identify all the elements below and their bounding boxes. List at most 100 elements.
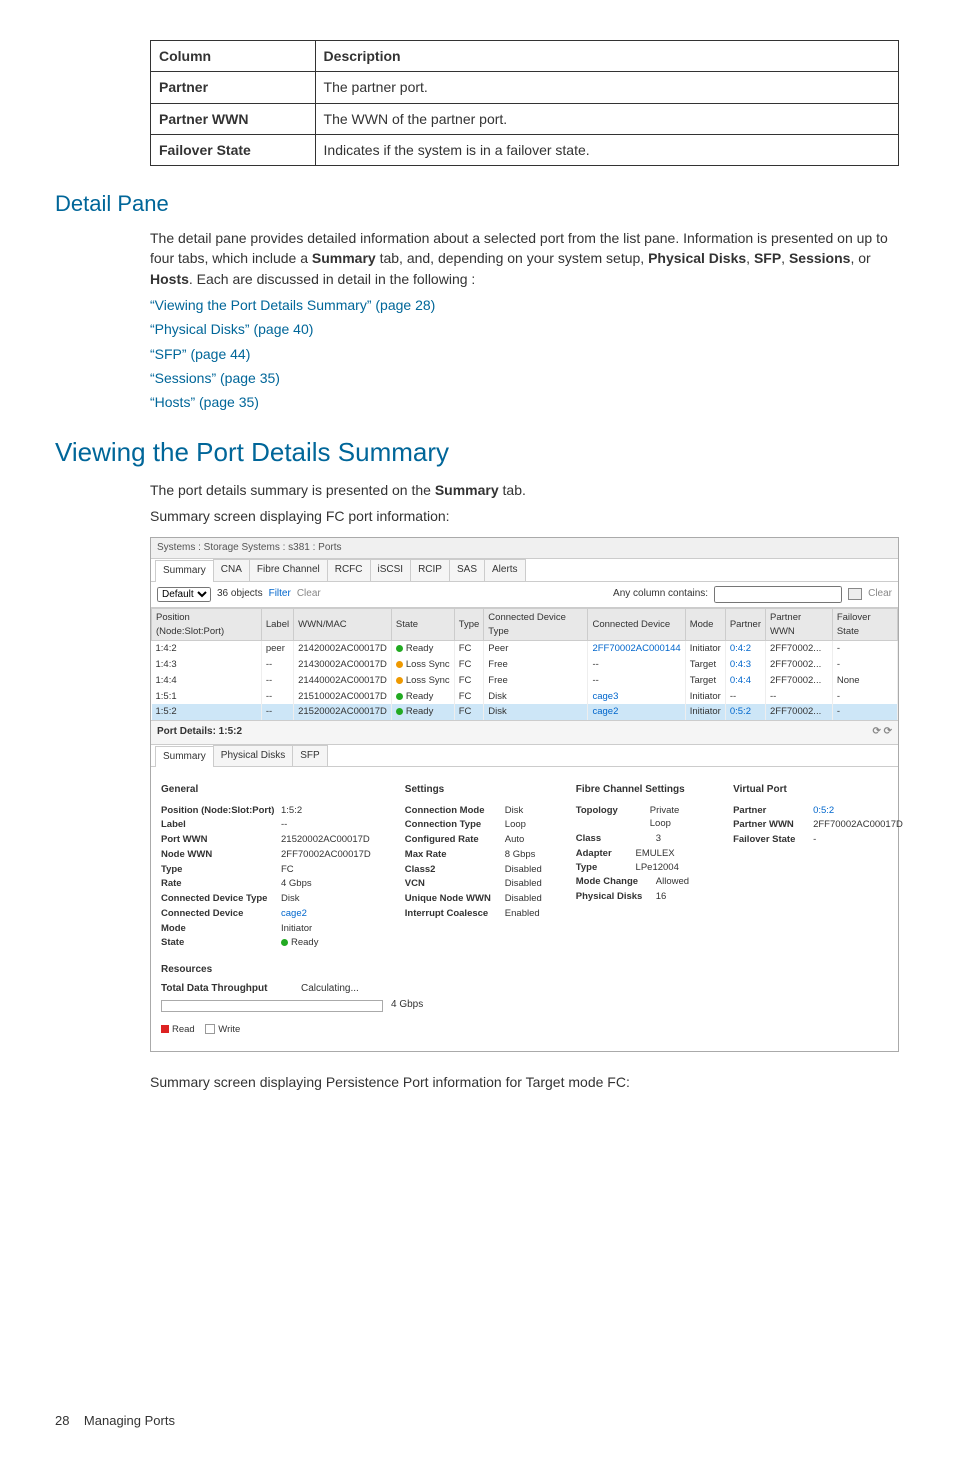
main-tab[interactable]: iSCSI bbox=[370, 559, 412, 581]
throughput-legend: Read Write bbox=[161, 1023, 888, 1037]
column-header[interactable]: Connected Device Type bbox=[484, 608, 588, 641]
port-row[interactable]: 1:5:1--21510002AC00017DReadyFCDiskcage3I… bbox=[152, 689, 898, 705]
main-tab[interactable]: RCIP bbox=[410, 559, 450, 581]
vp-heading: Virtual Port bbox=[733, 783, 903, 798]
column-header[interactable]: Mode bbox=[685, 608, 725, 641]
summary-caption: Summary screen displaying FC port inform… bbox=[150, 506, 899, 526]
property-row: StateReady bbox=[161, 936, 371, 950]
main-tab[interactable]: CNA bbox=[213, 559, 250, 581]
filter-link[interactable]: Filter bbox=[269, 587, 291, 602]
cross-reference-link[interactable]: “Sessions” (page 35) bbox=[150, 368, 899, 388]
detail-tab[interactable]: Physical Disks bbox=[213, 745, 293, 767]
detail-tab-row: SummaryPhysical DisksSFP bbox=[151, 745, 898, 768]
property-row: Interrupt CoalesceEnabled bbox=[405, 907, 542, 921]
property-row: TopologyPrivate Loop bbox=[576, 804, 699, 832]
main-tab[interactable]: Alerts bbox=[484, 559, 526, 581]
table-row: Partner WWNThe WWN of the partner port. bbox=[151, 103, 899, 134]
print-icon[interactable] bbox=[848, 588, 862, 600]
column-header[interactable]: Label bbox=[261, 608, 293, 641]
fc-settings-panel: Fibre Channel Settings TopologyPrivate L… bbox=[576, 783, 699, 951]
property-row: Node WWN2FF70002AC00017D bbox=[161, 848, 371, 862]
property-row: Connection ModeDisk bbox=[405, 804, 542, 818]
settings-panel: Settings Connection ModeDiskConnection T… bbox=[405, 783, 542, 951]
refresh-icons[interactable]: ⟳ ⟳ bbox=[872, 725, 892, 740]
throughput-scale: 4 Gbps bbox=[391, 998, 423, 1013]
column-header[interactable]: State bbox=[391, 608, 454, 641]
property-row: Connection TypeLoop bbox=[405, 818, 542, 832]
column-header[interactable]: Failover State bbox=[832, 608, 897, 641]
property-row: Port WWN21520002AC00017D bbox=[161, 833, 371, 847]
filter-preset-select[interactable]: Default bbox=[157, 587, 211, 602]
general-panel: General Position (Node:Slot:Port)1:5:2La… bbox=[161, 783, 371, 951]
property-row: Label-- bbox=[161, 818, 371, 832]
property-row: Configured RateAuto bbox=[405, 833, 542, 847]
settings-heading: Settings bbox=[405, 783, 542, 798]
property-row: Rate4 Gbps bbox=[161, 877, 371, 891]
table-row: PartnerThe partner port. bbox=[151, 72, 899, 103]
main-tab-row: SummaryCNAFibre ChannelRCFCiSCSIRCIPSASA… bbox=[151, 559, 898, 582]
any-column-label: Any column contains: bbox=[613, 587, 708, 602]
resources-heading: Resources bbox=[161, 963, 888, 978]
th-description: Description bbox=[315, 41, 898, 72]
property-row: Class3 bbox=[576, 832, 699, 846]
cross-reference-link[interactable]: “SFP” (page 44) bbox=[150, 344, 899, 364]
fc-port-screenshot: Systems : Storage Systems : s381 : Ports… bbox=[150, 537, 899, 1052]
property-row: Failover State- bbox=[733, 833, 903, 847]
port-row[interactable]: 1:4:4--21440002AC00017DLoss SyncFCFree--… bbox=[152, 673, 898, 689]
port-row[interactable]: 1:4:2peer21420002AC00017DReadyFCPeer2FF7… bbox=[152, 641, 898, 657]
detail-tab[interactable]: SFP bbox=[292, 745, 327, 767]
th-column: Column bbox=[151, 41, 316, 72]
tdt-value: Calculating... bbox=[301, 982, 359, 997]
property-row: Physical Disks16 bbox=[576, 890, 699, 904]
object-count: 36 objects bbox=[217, 587, 263, 602]
property-row: Partner WWN2FF70002AC00017D bbox=[733, 818, 903, 832]
tdt-label: Total Data Throughput bbox=[161, 982, 301, 997]
virtual-port-panel: Virtual Port Partner0:5:2Partner WWN2FF7… bbox=[733, 783, 903, 951]
property-row: Unique Node WWNDisabled bbox=[405, 892, 542, 906]
fc-heading: Fibre Channel Settings bbox=[576, 783, 699, 798]
legend-write-swatch bbox=[205, 1024, 215, 1034]
column-header[interactable]: Position (Node:Slot:Port) bbox=[152, 608, 262, 641]
cross-reference-link[interactable]: “Viewing the Port Details Summary” (page… bbox=[150, 295, 899, 315]
heading-viewing-port-details: Viewing the Port Details Summary bbox=[55, 434, 899, 472]
heading-detail-pane: Detail Pane bbox=[55, 188, 899, 220]
port-row[interactable]: 1:4:3--21430002AC00017DLoss SyncFCFree--… bbox=[152, 657, 898, 673]
column-description-table: Column Description PartnerThe partner po… bbox=[150, 40, 899, 166]
property-row: TypeFC bbox=[161, 863, 371, 877]
summary-intro: The port details summary is presented on… bbox=[150, 480, 899, 500]
column-header[interactable]: Connected Device bbox=[588, 608, 685, 641]
port-details-title: Port Details: 1:5:2 bbox=[157, 725, 242, 740]
clear-search-link[interactable]: Clear bbox=[868, 587, 892, 602]
main-tab[interactable]: Summary bbox=[155, 560, 214, 582]
main-tab[interactable]: Fibre Channel bbox=[249, 559, 328, 581]
main-tab[interactable]: RCFC bbox=[327, 559, 371, 581]
cross-reference-link[interactable]: “Hosts” (page 35) bbox=[150, 392, 899, 412]
property-row: ModeInitiator bbox=[161, 922, 371, 936]
property-row: VCNDisabled bbox=[405, 877, 542, 891]
throughput-meter bbox=[161, 1000, 383, 1012]
column-header[interactable]: Partner WWN bbox=[766, 608, 833, 641]
breadcrumb: Systems : Storage Systems : s381 : Ports bbox=[151, 538, 898, 560]
property-row: Position (Node:Slot:Port)1:5:2 bbox=[161, 804, 371, 818]
property-row: Class2Disabled bbox=[405, 863, 542, 877]
legend-read-swatch bbox=[161, 1025, 169, 1033]
port-row[interactable]: 1:5:2--21520002AC00017DReadyFCDiskcage2I… bbox=[152, 704, 898, 720]
detail-tab[interactable]: Summary bbox=[155, 746, 214, 768]
property-row: Mode ChangeAllowed bbox=[576, 875, 699, 889]
property-row: Connected Devicecage2 bbox=[161, 907, 371, 921]
column-header[interactable]: Type bbox=[454, 608, 484, 641]
clear-filter-link[interactable]: Clear bbox=[297, 587, 321, 602]
property-row: Adapter TypeEMULEX LPe12004 bbox=[576, 847, 699, 875]
table-row: Failover StateIndicates if the system is… bbox=[151, 134, 899, 165]
main-tab[interactable]: SAS bbox=[449, 559, 485, 581]
cross-reference-link[interactable]: “Physical Disks” (page 40) bbox=[150, 319, 899, 339]
property-row: Connected Device TypeDisk bbox=[161, 892, 371, 906]
property-row: Partner0:5:2 bbox=[733, 804, 903, 818]
column-header[interactable]: Partner bbox=[725, 608, 765, 641]
persistence-caption: Summary screen displaying Persistence Po… bbox=[150, 1072, 899, 1092]
property-row: Max Rate8 Gbps bbox=[405, 848, 542, 862]
search-input[interactable] bbox=[714, 586, 842, 603]
port-list-table: Position (Node:Slot:Port)LabelWWN/MACSta… bbox=[151, 608, 898, 720]
column-header[interactable]: WWN/MAC bbox=[294, 608, 392, 641]
general-heading: General bbox=[161, 783, 371, 798]
